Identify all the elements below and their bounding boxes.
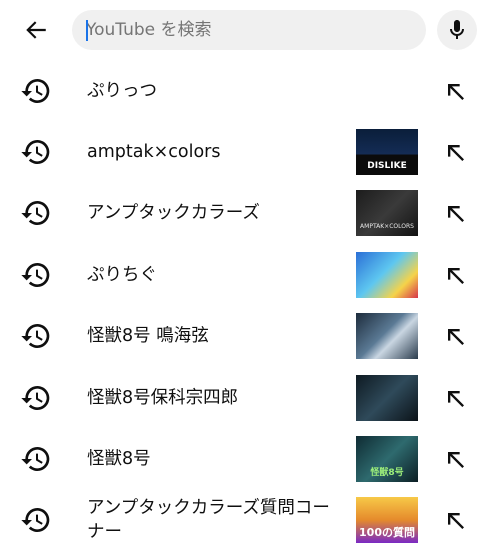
arrow-up-left-icon[interactable] <box>441 77 469 105</box>
arrow-up-left-icon[interactable] <box>441 199 469 227</box>
history-icon <box>21 140 50 165</box>
suggestion-label: ぷりっつ <box>87 80 157 101</box>
microphone-icon <box>450 20 464 39</box>
thumbnail-caption: 怪獣8号 <box>370 468 404 479</box>
arrow-up-left-icon[interactable] <box>441 261 469 289</box>
arrow-up-left-icon[interactable] <box>441 384 469 412</box>
arrow-up-left-icon[interactable] <box>441 506 469 534</box>
search-header <box>0 0 488 60</box>
search-input[interactable] <box>86 10 416 50</box>
video-thumbnail <box>356 251 418 298</box>
thumbnail-caption: DISLIKE <box>367 161 407 172</box>
suggestion-label: アンプタックカラーズ質問コーナー <box>87 498 330 543</box>
history-icon <box>21 78 50 103</box>
history-icon <box>21 201 50 226</box>
video-thumbnail <box>356 374 418 421</box>
arrow-up-left-icon[interactable] <box>441 322 469 350</box>
suggestion-row-6[interactable]: 怪獣8号保科宗四郎 <box>0 367 488 428</box>
video-thumbnail: AMPTAK×COLORS <box>356 190 418 237</box>
suggestion-row-3[interactable]: アンプタックカラーズ AMPTAK×COLORS <box>0 183 488 244</box>
video-thumbnail: 100の質問 <box>356 497 418 544</box>
suggestion-label: アンプタックカラーズ <box>87 203 260 224</box>
video-thumbnail: 怪獣8号 <box>356 436 418 483</box>
suggestion-label: amptak×colors <box>87 142 221 163</box>
suggestion-list: ぷりっつ amptak×colors DISLIKE アンプタックカラーズ AM… <box>0 60 488 551</box>
suggestion-label: ぷりちぐ <box>87 264 157 285</box>
arrow-back-icon <box>26 21 46 39</box>
arrow-up-left-icon[interactable] <box>441 138 469 166</box>
video-thumbnail: DISLIKE <box>356 129 418 176</box>
suggestion-label: 怪獣8号 <box>87 449 151 470</box>
history-icon <box>21 262 50 287</box>
thumbnail-caption: 100の質問 <box>359 526 415 540</box>
suggestion-row-4[interactable]: ぷりちぐ <box>0 244 488 305</box>
text-cursor <box>86 20 88 41</box>
suggestion-label: 怪獣8号保科宗四郎 <box>87 387 239 408</box>
suggestion-row-7[interactable]: 怪獣8号 怪獣8号 <box>0 428 488 489</box>
back-button[interactable] <box>14 12 58 48</box>
suggestion-row-2[interactable]: amptak×colors DISLIKE <box>0 121 488 182</box>
suggestion-row-1[interactable]: ぷりっつ <box>0 60 488 121</box>
history-icon <box>21 385 50 410</box>
video-thumbnail <box>356 313 418 360</box>
voice-search-button[interactable] <box>437 10 477 50</box>
suggestion-label: 怪獣8号 鳴海弦 <box>87 326 209 347</box>
history-icon <box>21 447 50 472</box>
search-field[interactable] <box>72 10 426 50</box>
thumbnail-caption: AMPTAK×COLORS <box>360 223 414 231</box>
history-icon <box>21 324 50 349</box>
suggestion-row-8[interactable]: アンプタックカラーズ質問コーナー 100の質問 <box>0 490 488 551</box>
suggestion-row-5[interactable]: 怪獣8号 鳴海弦 <box>0 306 488 367</box>
history-icon <box>21 508 50 533</box>
arrow-up-left-icon[interactable] <box>441 445 469 473</box>
